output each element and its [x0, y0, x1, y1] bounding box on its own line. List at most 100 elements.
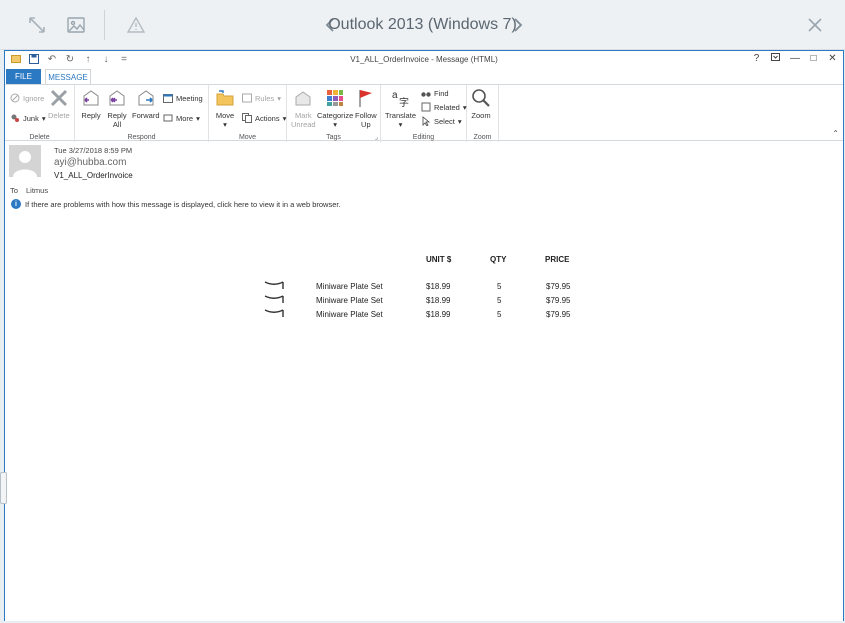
message-body: UNIT $ QTY PRICE Miniware Plate Set $18.… — [5, 221, 843, 621]
next-arrow-icon[interactable] — [508, 12, 528, 38]
reply-all-icon — [107, 87, 127, 109]
dropdown-arrow-icon: ▾ — [282, 113, 287, 123]
image-icon[interactable] — [63, 12, 89, 38]
svg-text:字: 字 — [399, 96, 409, 108]
ribbon-display-icon[interactable] — [771, 53, 780, 64]
categorize-icon — [325, 87, 345, 109]
window-titlebar: ↶ ↻ ↑ ↓ = V1_ALL_OrderInvoice - Message … — [5, 51, 843, 69]
ribbon-group-move: Move ▾ Rules ▾ Actions ▾ Move — [209, 85, 287, 142]
message-header: Tue 3/27/2018 8:59 PM ayi@hubba.com V1_A… — [5, 141, 843, 221]
meeting-button[interactable]: Meeting — [163, 93, 203, 103]
dropdown-arrow-icon: ▾ — [277, 93, 281, 103]
message-sender[interactable]: ayi@hubba.com — [54, 157, 126, 168]
tab-file[interactable]: FILE — [6, 69, 41, 84]
expand-icon[interactable] — [24, 12, 50, 38]
help-icon[interactable]: ? — [752, 53, 761, 64]
follow-up-button[interactable]: Follow Up — [355, 87, 377, 129]
group-label: Tags — [326, 134, 341, 141]
item-price: $79.95 — [546, 296, 571, 305]
collapse-ribbon-icon[interactable]: ⌃ — [832, 129, 839, 138]
dropdown-arrow-icon: ▾ — [41, 113, 46, 123]
translate-button[interactable]: a字 Translate ▾ — [385, 87, 416, 129]
resize-handle[interactable] — [0, 472, 7, 504]
select-button[interactable]: Select ▾ — [421, 116, 462, 126]
group-label: Respond — [127, 134, 156, 141]
maximize-icon[interactable]: □ — [809, 53, 818, 64]
group-label: Zoom — [473, 134, 492, 141]
related-button[interactable]: Related ▾ — [421, 102, 467, 112]
reply-icon — [81, 87, 101, 109]
binoculars-icon — [421, 88, 431, 98]
actions-button[interactable]: Actions ▾ — [242, 113, 286, 123]
column-header-qty: QTY — [490, 255, 507, 264]
to-label: To — [10, 186, 18, 195]
calendar-icon — [163, 93, 173, 103]
delete-icon — [49, 87, 69, 109]
ribbon-group-respond: Reply Reply All Forward Meeting More ▾ R… — [75, 85, 209, 142]
item-qty: 5 — [497, 296, 502, 305]
flag-icon — [356, 87, 376, 109]
ignore-icon — [10, 93, 20, 103]
delete-button[interactable]: Delete — [48, 87, 70, 120]
preview-title: Outlook 2013 (Windows 7) — [328, 16, 517, 33]
dropdown-arrow-icon: ▾ — [333, 120, 338, 129]
item-qty: 5 — [497, 310, 502, 319]
rules-icon — [242, 93, 252, 103]
translate-icon: a字 — [391, 87, 411, 109]
reply-all-button[interactable]: Reply All — [107, 87, 127, 129]
product-image-icon — [263, 305, 285, 317]
dropdown-arrow-icon: ▾ — [196, 113, 200, 123]
item-price: $79.95 — [546, 282, 571, 291]
forward-button[interactable]: Forward — [132, 87, 160, 120]
item-unit-price: $18.99 — [426, 282, 451, 291]
reply-button[interactable]: Reply — [81, 87, 101, 120]
find-button[interactable]: Find — [421, 88, 449, 98]
warning-icon[interactable] — [123, 12, 149, 38]
related-icon — [421, 102, 431, 112]
tab-message[interactable]: MESSAGE — [45, 69, 91, 84]
more-icon — [163, 113, 173, 123]
item-unit-price: $18.99 — [426, 310, 451, 319]
svg-text:a: a — [392, 90, 398, 101]
ribbon-group-zoom: Zoom Zoom — [467, 85, 499, 142]
move-button[interactable]: Move ▾ — [215, 87, 235, 129]
item-unit-price: $18.99 — [426, 296, 451, 305]
recipient[interactable]: Litmus — [26, 186, 48, 195]
zoom-button[interactable]: Zoom — [471, 87, 491, 120]
group-label: Move — [238, 134, 257, 141]
dropdown-arrow-icon: ▾ — [457, 116, 462, 126]
info-message: If there are problems with how this mess… — [25, 199, 341, 209]
junk-button[interactable]: Junk ▾ — [10, 113, 46, 123]
toolbar-divider — [104, 10, 105, 40]
info-bar[interactable]: i If there are problems with how this me… — [11, 199, 341, 209]
dialog-launcher-icon[interactable]: ⌟ — [375, 133, 378, 141]
ignore-button[interactable]: Ignore — [10, 93, 44, 103]
close-icon[interactable] — [802, 12, 828, 38]
outlook-window: ↶ ↻ ↑ ↓ = V1_ALL_OrderInvoice - Message … — [4, 50, 844, 621]
product-image-icon — [263, 277, 285, 289]
rules-button[interactable]: Rules ▾ — [242, 93, 281, 103]
ribbon-group-tags: Mark Unread Categorize ▾ Follow Up Tags … — [287, 85, 381, 142]
window-controls: ? — □ ✕ — [752, 53, 837, 64]
cursor-icon — [421, 116, 431, 126]
dropdown-arrow-icon: ▾ — [223, 120, 227, 129]
message-subject: V1_ALL_OrderInvoice — [54, 171, 133, 180]
actions-icon — [242, 113, 252, 123]
minimize-icon[interactable]: — — [790, 53, 800, 64]
folder-move-icon — [215, 87, 235, 109]
info-icon: i — [11, 199, 21, 209]
mark-unread-icon — [293, 87, 313, 109]
window-title: V1_ALL_OrderInvoice - Message (HTML) — [350, 55, 498, 64]
item-name: Miniware Plate Set — [316, 296, 383, 305]
more-button[interactable]: More ▾ — [163, 113, 200, 123]
ribbon-group-delete: Ignore Junk ▾ Delete Delete — [5, 85, 75, 142]
group-label: Delete — [29, 134, 50, 141]
avatar — [9, 145, 41, 177]
window-close-icon[interactable]: ✕ — [828, 53, 837, 64]
categorize-button[interactable]: Categorize ▾ — [317, 87, 353, 129]
dropdown-arrow-icon: ▾ — [398, 120, 403, 129]
mark-unread-button[interactable]: Mark Unread — [291, 87, 316, 129]
column-header-price: PRICE — [545, 255, 570, 264]
item-price: $79.95 — [546, 310, 571, 319]
group-label: Editing — [412, 134, 435, 141]
